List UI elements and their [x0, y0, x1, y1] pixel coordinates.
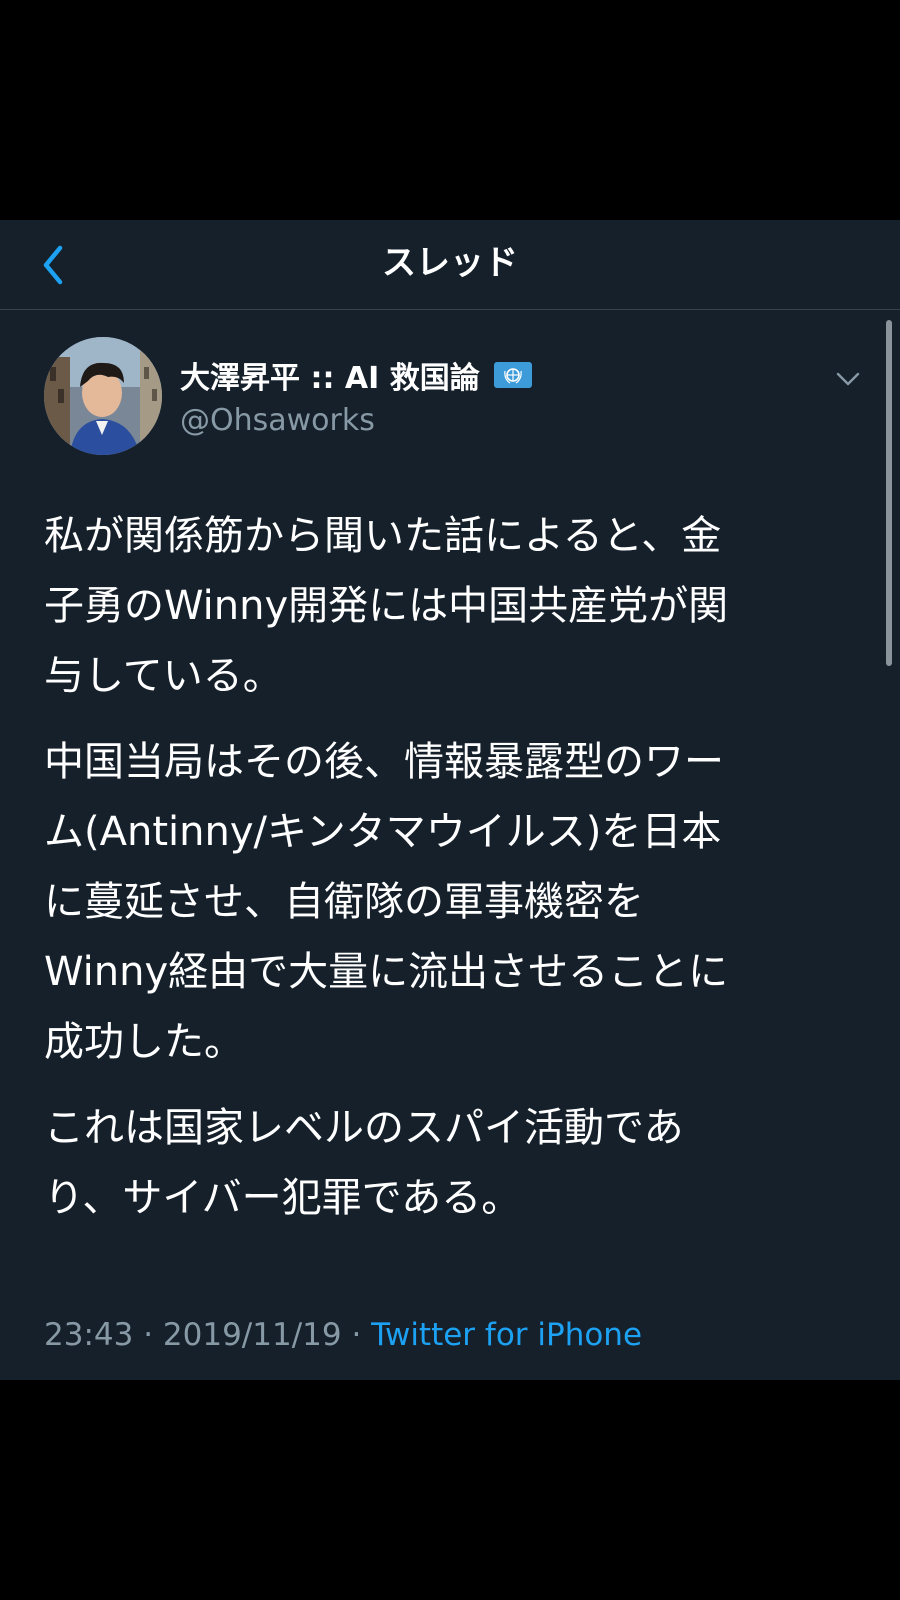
- tweet-source-link[interactable]: Twitter for iPhone: [371, 1317, 642, 1353]
- united-nations-flag-icon: [493, 362, 532, 388]
- tweet-paragraph-2: 中国当局はその後、情報暴露型のワー ム(Antinny/キンタマウイルス)を日本…: [44, 739, 729, 1065]
- screen: スレッド 大澤昇平:: AI 救国論 @Ohsaworks 私が関係筋から聞い…: [0, 0, 900, 1600]
- meta-separator: ·: [341, 1317, 372, 1353]
- back-button[interactable]: [30, 242, 76, 288]
- tweet-metadata: 23:43 · 2019/11/19 · Twitter for iPhone: [44, 1317, 642, 1353]
- chevron-down-icon: [836, 372, 860, 386]
- tweet-paragraph-3: これは国家レベルのスパイ活動であ り、サイバー犯罪である。: [44, 1105, 684, 1221]
- meta-separator: ·: [133, 1317, 163, 1353]
- scrollbar[interactable]: [886, 320, 892, 666]
- tweet-time: 23:43: [44, 1317, 134, 1353]
- chevron-left-icon: [43, 245, 63, 285]
- nav-bar: スレッド: [0, 220, 900, 310]
- tweet-date: 2019/11/19: [162, 1317, 342, 1353]
- author-name-row: 大澤昇平 :: AI 救国論: [180, 353, 532, 397]
- avatar-photo: [44, 337, 162, 455]
- tweet-options-button[interactable]: [832, 363, 864, 395]
- twitter-app: スレッド 大澤昇平:: AI 救国論 @Ohsaworks 私が関係筋から聞い…: [0, 220, 900, 1380]
- avatar[interactable]: [44, 337, 162, 455]
- author-display-name[interactable]: 大澤昇平 :: AI 救国論: [180, 353, 480, 397]
- tweet-paragraph-1: 私が関係筋から聞いた話によると、金 子勇のWinny開発には中国共産党が関 与し…: [44, 513, 729, 699]
- tweet-body: 私が関係筋から聞いた話によると、金 子勇のWinny開発には中国共産党が関 与し…: [44, 501, 854, 1249]
- author-handle[interactable]: @Ohsaworks: [180, 403, 375, 438]
- nav-title: スレッド: [382, 243, 518, 283]
